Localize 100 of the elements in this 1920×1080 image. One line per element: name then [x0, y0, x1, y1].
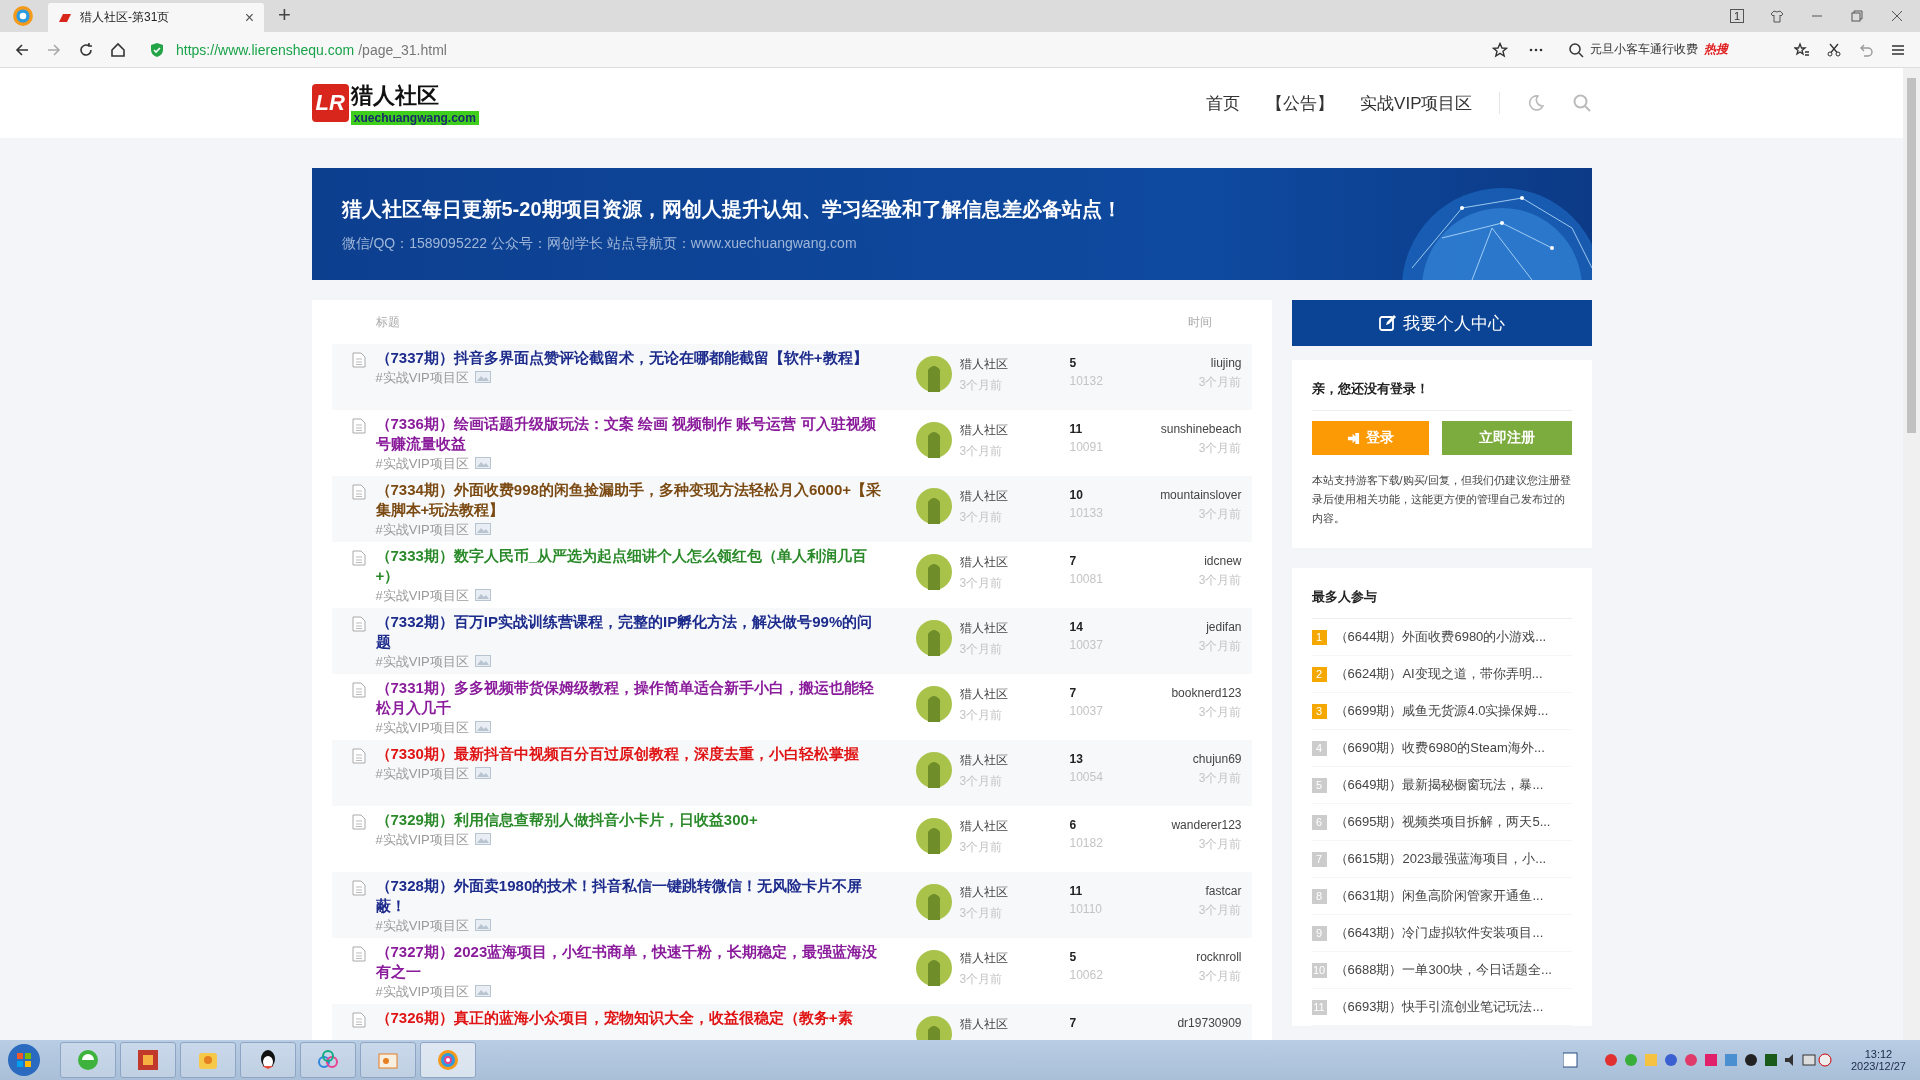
popular-topic-link[interactable]: （6693期）快手引流创业笔记玩法... — [1334, 998, 1544, 1016]
last-reply-user[interactable]: sunshinebeach — [1160, 422, 1242, 436]
author-name[interactable]: 猎人社区 — [959, 686, 1070, 703]
avatar-icon[interactable] — [915, 620, 952, 656]
avatar-icon[interactable] — [915, 422, 952, 458]
avatar-icon[interactable] — [915, 356, 952, 392]
topic-title[interactable]: （7329期）利用信息查帮别人做抖音小卡片，日收益300+ — [375, 810, 886, 830]
image-icon — [474, 985, 491, 997]
start-button-icon[interactable] — [6, 1042, 42, 1078]
scrollbar-thumb[interactable] — [1907, 78, 1916, 433]
topic-title[interactable]: （7332期）百万IP实战训练营课程，完整的IP孵化方法，解决做号99%的问题 — [375, 612, 886, 652]
author-name[interactable]: 猎人社区 — [959, 818, 1070, 835]
topic-title[interactable]: （7334期）外面收费998的闲鱼捡漏助手，多种变现方法轻松月入6000+【采集脚本+玩法教程】 — [375, 480, 886, 520]
nav-link[interactable]: 【公告】 — [1266, 91, 1335, 115]
avatar-icon[interactable] — [915, 752, 952, 788]
close-icon[interactable] — [1890, 9, 1904, 23]
popular-topic-link[interactable]: （6699期）咸鱼无货源4.0实操保姆... — [1334, 702, 1549, 720]
last-reply-user[interactable]: wanderer123 — [1171, 818, 1242, 832]
last-reply-user[interactable]: chujun69 — [1192, 752, 1242, 766]
author-name[interactable]: 猎人社区 — [959, 356, 1070, 373]
nav-link[interactable]: 首页 — [1206, 91, 1241, 115]
author-name[interactable]: 猎人社区 — [959, 884, 1070, 901]
last-reply-user[interactable]: jedifan — [1206, 620, 1242, 634]
last-reply-user[interactable]: mountainslover — [1160, 488, 1242, 502]
hot-search-label[interactable]: 热搜 — [1704, 41, 1728, 58]
image-icon — [474, 589, 491, 601]
popular-topic-link[interactable]: （6615期）2023最强蓝海项目，小... — [1334, 850, 1547, 868]
topic-title[interactable]: （7328期）外面卖1980的技术！抖音私信一键跳转微信！无风险卡片不屏蔽！ — [375, 876, 886, 916]
last-reply-user[interactable]: fastcar — [1205, 884, 1242, 898]
taskbar-date[interactable]: 2023/12/27 — [1850, 1060, 1906, 1072]
logo-name[interactable]: 猎人社区 — [350, 81, 479, 111]
popular-topic-link[interactable]: （6643期）冷门虚拟软件安装项目... — [1334, 924, 1544, 942]
avatar-icon[interactable] — [915, 488, 952, 524]
browser-logo-icon[interactable] — [12, 5, 34, 27]
avatar-icon[interactable] — [915, 554, 952, 590]
window-count-badge[interactable]: 1 — [1729, 9, 1744, 23]
document-icon — [351, 616, 366, 632]
popular-topic-link[interactable]: （6631期）闲鱼高阶闲管家开通鱼... — [1334, 887, 1544, 905]
browser-tab[interactable]: 猎人社区-第31页 × — [48, 3, 264, 32]
document-icon — [351, 946, 366, 962]
popular-topic-link[interactable]: （6644期）外面收费6980的小游戏... — [1334, 628, 1547, 646]
last-reply-user[interactable]: idcnew — [1204, 554, 1242, 568]
topic-title[interactable]: （7336期）绘画话题升级版玩法：文案 绘画 视频制作 账号运营 可入驻视频号赚流量收益 — [375, 414, 886, 454]
rank-badge: 1 — [1311, 629, 1327, 645]
scissors-icon[interactable] — [1826, 41, 1842, 58]
author-name[interactable]: 猎人社区 — [959, 1016, 1070, 1033]
tray-icons-drawing[interactable] — [1562, 1050, 1833, 1070]
logo-domain[interactable]: xuechuangwang.com — [350, 111, 479, 125]
popular-topic-link[interactable]: （6690期）收费6980的Steam海外... — [1334, 739, 1545, 757]
popular-topic-link[interactable]: （6624期）AI变现之道，带你弄明... — [1334, 665, 1543, 683]
reply-count: 7 — [1069, 554, 1078, 568]
avatar-icon[interactable] — [915, 950, 952, 986]
address-field[interactable]: https://www.lierenshequ.com /page_31.html — [142, 36, 1552, 63]
author-name[interactable]: 猎人社区 — [959, 950, 1070, 967]
taskbar-time[interactable]: 13:12 — [1864, 1048, 1893, 1060]
topic-title[interactable]: （7337期）抖音多界面点赞评论截留术，无论在哪都能截留【软件+教程】 — [375, 348, 886, 368]
nav-link[interactable]: 实战VIP项目区 — [1360, 91, 1473, 115]
home-icon[interactable] — [110, 41, 126, 58]
reload-icon[interactable] — [78, 41, 94, 58]
topic-title[interactable]: （7327期）2023蓝海项目，小红书商单，快速千粉，长期稳定，最强蓝海没有之一 — [375, 942, 886, 982]
close-tab-button[interactable]: × — [244, 8, 254, 27]
topic-title[interactable]: （7330期）最新抖音中视频百分百过原创教程，深度去重，小白轻松掌握 — [375, 744, 886, 764]
author-name[interactable]: 猎人社区 — [959, 422, 1070, 439]
last-reply-user[interactable]: rocknroll — [1196, 950, 1242, 964]
star-icon[interactable] — [1492, 41, 1508, 58]
taskbar-app-icon[interactable] — [240, 1042, 296, 1078]
back-icon[interactable] — [14, 41, 30, 58]
reply-count: 5 — [1069, 950, 1078, 964]
restore-icon[interactable] — [1850, 9, 1864, 23]
popular-topic-link[interactable]: （6649期）最新揭秘橱窗玩法，暴... — [1334, 776, 1544, 794]
author-name[interactable]: 猎人社区 — [959, 554, 1070, 571]
new-tab-button[interactable]: + — [278, 2, 291, 28]
last-reply-user[interactable]: booknerd123 — [1171, 686, 1242, 700]
rank-badge: 3 — [1311, 703, 1327, 719]
logo-mark[interactable]: LR — [311, 84, 349, 122]
document-icon — [351, 814, 366, 830]
last-reply-user[interactable]: liujing — [1210, 356, 1242, 370]
author-name[interactable]: 猎人社区 — [959, 620, 1070, 637]
search-icon[interactable] — [1571, 93, 1592, 113]
last-reply-user[interactable]: dr19730909 — [1177, 1016, 1242, 1030]
topic-title[interactable]: （7331期）多多视频带货保姆级教程，操作简单适合新手小白，搬运也能轻松月入几千 — [375, 678, 886, 718]
image-icon — [474, 457, 491, 469]
document-icon — [351, 418, 366, 434]
popular-title: 最多人参与 — [1311, 588, 1572, 619]
avatar-icon[interactable] — [915, 686, 952, 722]
topic-title[interactable]: （7326期）真正的蓝海小众项目，宠物知识大全，收益很稳定（教务+素 — [375, 1008, 886, 1028]
popular-topic-link[interactable]: （6688期）一单300块，今日话题全... — [1334, 961, 1552, 979]
author-name[interactable]: 猎人社区 — [959, 752, 1070, 769]
avatar-icon[interactable] — [915, 818, 952, 854]
shirt-icon[interactable] — [1770, 9, 1784, 23]
favorites-icon[interactable] — [1794, 41, 1810, 58]
author-name[interactable]: 猎人社区 — [959, 488, 1070, 505]
browser-search-field[interactable]: 元旦小客车通行收费 热搜 — [1568, 41, 1778, 58]
document-icon — [351, 484, 366, 500]
topic-title[interactable]: （7333期）数字人民币_从严选为起点细讲个人怎么领红包（单人利润几百+） — [375, 546, 886, 586]
avatar-icon[interactable] — [915, 884, 952, 920]
forward-icon[interactable] — [46, 41, 62, 58]
site-favicon-icon — [58, 12, 72, 23]
popular-topic-link[interactable]: （6695期）视频类项目拆解，两天5... — [1334, 813, 1551, 831]
personal-center-button[interactable]: 我要个人中心 — [1291, 300, 1592, 346]
